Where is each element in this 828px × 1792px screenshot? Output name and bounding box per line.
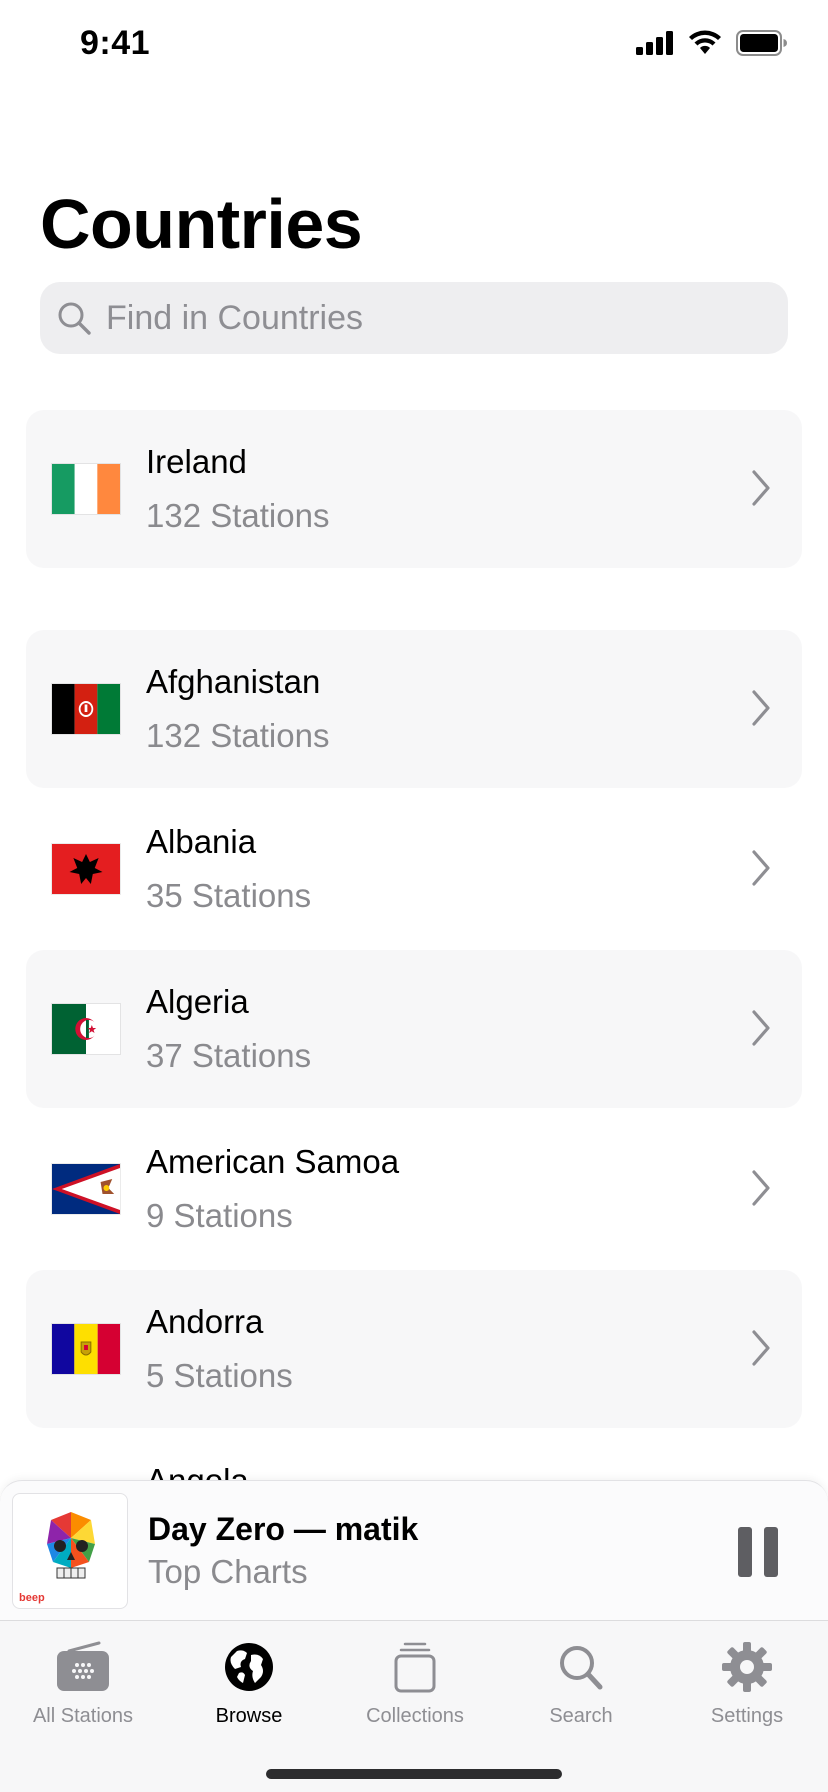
search-bar[interactable]: [40, 282, 788, 354]
pause-bar-left: [738, 1527, 752, 1577]
country-name: Afghanistan: [146, 663, 321, 700]
collections-icon: [394, 1642, 436, 1693]
list-item-algeria[interactable]: Algeria 37 Stations: [26, 950, 802, 1108]
search-icon: [58, 302, 91, 335]
tab-bar: All Stations Browse Collections Search S…: [0, 1620, 828, 1792]
station-count: 132 Stations: [146, 717, 330, 754]
station-count: 35 Stations: [146, 877, 312, 914]
list-item-albania[interactable]: Albania 35 Stations: [26, 790, 802, 948]
battery-icon: [736, 30, 787, 56]
chevron-right-icon: [752, 470, 770, 506]
chevron-right-icon: [752, 1170, 770, 1206]
cellular-signal-icon: [636, 31, 673, 55]
row-text: Andorra 5 Stations: [146, 1302, 293, 1396]
ireland-flag-icon: [52, 464, 120, 514]
status-time: 9:41: [80, 24, 151, 62]
tab-browse[interactable]: Browse: [166, 1641, 332, 1728]
tab-all-stations[interactable]: All Stations: [0, 1641, 166, 1728]
tab-label: Settings: [710, 1705, 784, 1727]
tab-search[interactable]: Search: [498, 1641, 664, 1728]
status-icons: [636, 30, 788, 56]
country-name: Albania: [146, 823, 257, 860]
radio-icon: [57, 1641, 109, 1691]
station-count: 5 Stations: [146, 1357, 293, 1394]
algeria-flag-icon: [52, 1004, 120, 1054]
chevron-right-icon: [752, 690, 770, 726]
chevron-right-icon: [752, 850, 770, 886]
country-name: Ireland: [146, 443, 247, 480]
now-playing-subtitle: Top Charts: [148, 1553, 308, 1590]
tab-label: Search: [549, 1705, 613, 1727]
row-text: Ireland 132 Stations: [146, 442, 329, 536]
list-item-afghanistan[interactable]: Afghanistan 132 Stations: [26, 630, 802, 788]
list-item-andorra[interactable]: Andorra 5 Stations: [26, 1270, 802, 1428]
tab-label: Collections: [366, 1705, 464, 1727]
tab-label: All Stations: [32, 1705, 134, 1727]
gear-icon: [722, 1642, 772, 1692]
page-title: Countries: [40, 185, 363, 263]
american-samoa-flag-icon: [52, 1164, 120, 1214]
artwork-badge: beep: [19, 1592, 45, 1604]
station-count: 37 Stations: [146, 1037, 312, 1074]
wifi-icon: [689, 30, 721, 54]
albania-flag-icon: [52, 844, 120, 894]
now-playing-title: Day Zero — matik: [148, 1511, 419, 1547]
country-name: American Samoa: [146, 1143, 400, 1180]
row-text: Afghanistan 132 Stations: [146, 662, 329, 756]
tab-label: Browse: [215, 1705, 283, 1727]
andorra-flag-icon: [52, 1324, 120, 1374]
home-indicator[interactable]: [266, 1769, 562, 1779]
album-artwork: beep: [12, 1493, 128, 1609]
status-bar: 9:41: [0, 0, 828, 96]
row-text: American Samoa 9 Stations: [146, 1142, 399, 1236]
row-text: Algeria 37 Stations: [146, 982, 311, 1076]
tab-collections[interactable]: Collections: [332, 1641, 498, 1728]
screen: 9:41 Countries Find in Countries Ireland…: [0, 0, 828, 1792]
pause-bar-right: [764, 1527, 778, 1577]
afghanistan-flag-icon: [52, 684, 120, 734]
station-count: 9 Stations: [146, 1197, 293, 1234]
tab-settings[interactable]: Settings: [664, 1641, 828, 1728]
country-name: Andorra: [146, 1303, 264, 1340]
station-count: 132 Stations: [146, 497, 330, 534]
pause-button[interactable]: [738, 1527, 778, 1577]
list-item-ireland[interactable]: Ireland 132 Stations: [26, 410, 802, 568]
chevron-right-icon: [752, 1330, 770, 1366]
country-name: Algeria: [146, 983, 249, 1020]
search-icon: [560, 1646, 603, 1690]
mini-player[interactable]: beep Day Zero — matik Top Charts: [0, 1480, 828, 1620]
list-item-american-samoa[interactable]: American Samoa 9 Stations: [26, 1110, 802, 1268]
chevron-right-icon: [752, 1010, 770, 1046]
search-input[interactable]: [106, 298, 746, 338]
row-text: Albania 35 Stations: [146, 822, 311, 916]
globe-icon: [225, 1643, 273, 1691]
